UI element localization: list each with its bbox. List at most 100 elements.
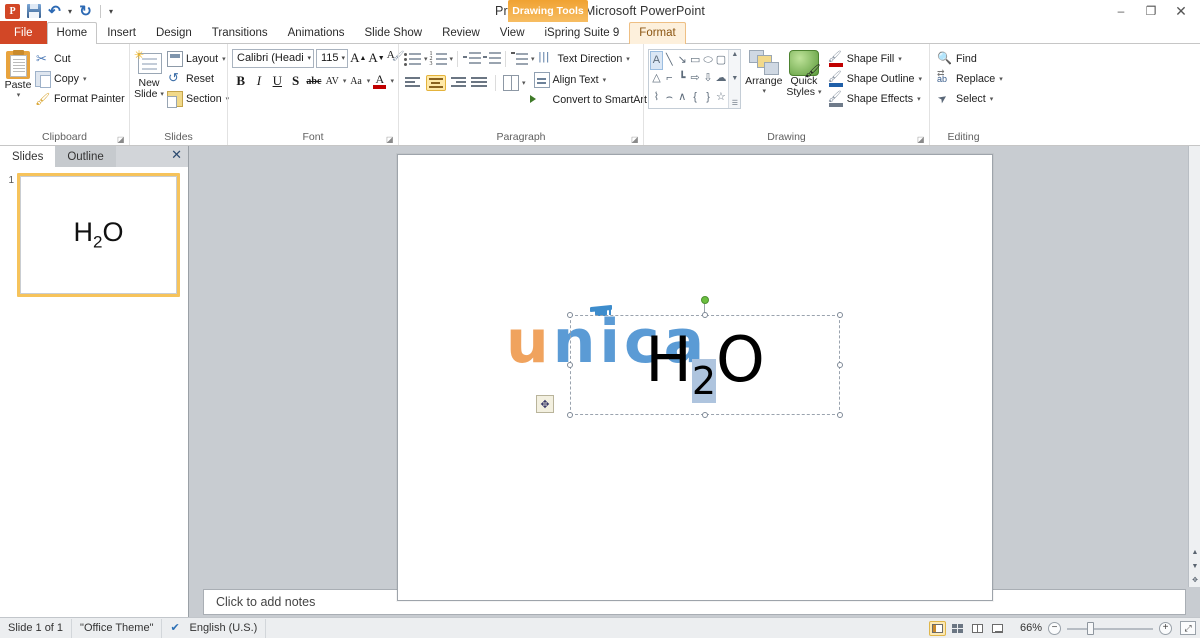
columns-button[interactable] <box>501 73 520 93</box>
chevron-down-icon[interactable]: ▾ <box>17 91 21 99</box>
chevron-down-icon[interactable]: ▾ <box>917 95 921 103</box>
chevron-down-icon[interactable]: ▾ <box>999 75 1003 83</box>
chevron-down-icon[interactable]: ▾ <box>304 54 311 62</box>
chevron-down-icon[interactable]: ▾ <box>391 77 395 85</box>
close-panel-icon[interactable]: ✕ <box>171 148 182 162</box>
shape-arrow[interactable]: ↘ <box>676 51 689 70</box>
minimize-button[interactable]: – <box>1106 1 1136 22</box>
shape-rectangle[interactable]: ▭ <box>689 51 702 70</box>
tab-home[interactable]: Home <box>47 22 98 44</box>
align-text-button[interactable]: Align Text ▾ <box>531 70 658 90</box>
shape-triangle[interactable]: △ <box>650 70 663 89</box>
scroll-up-icon[interactable]: ▲ <box>731 51 738 58</box>
chevron-down-icon[interactable]: ▾ <box>818 87 822 98</box>
strikethrough-button[interactable]: abc <box>305 71 322 91</box>
tab-outline[interactable]: Outline <box>55 146 115 167</box>
chevron-down-icon[interactable]: ▾ <box>898 55 902 63</box>
undo-button[interactable]: ↶ <box>45 2 64 21</box>
zoom-slider[interactable] <box>1067 622 1153 635</box>
shape-outline-button[interactable]: Shape Outline ▾ <box>825 69 925 89</box>
fit-slide-to-window-button[interactable]: ⤢ <box>1180 621 1196 635</box>
increase-indent-button[interactable] <box>482 49 501 69</box>
redo-button[interactable]: ↻ <box>76 2 95 21</box>
chevron-down-icon[interactable]: ▾ <box>367 77 371 85</box>
slide-thumbnail-selected[interactable]: H2O <box>17 173 180 297</box>
shape-star[interactable]: ☆ <box>714 88 727 107</box>
zoom-out-button[interactable]: − <box>1048 622 1061 635</box>
shape-fill-button[interactable]: Shape Fill ▾ <box>825 49 925 69</box>
align-left-button[interactable] <box>403 73 424 93</box>
layout-button[interactable]: Layout ▾ <box>164 49 232 69</box>
shape-rounded-rectangle[interactable]: ▢ <box>714 51 727 70</box>
paste-button[interactable]: Paste ▾ <box>4 47 32 131</box>
customize-qat-button[interactable]: ▾ <box>106 2 116 21</box>
shape-elbow-arrow[interactable]: ┗ <box>676 70 689 89</box>
previous-slide-button[interactable]: ▲ <box>1189 545 1200 559</box>
zoom-in-button[interactable]: + <box>1159 622 1172 635</box>
tab-design[interactable]: Design <box>146 22 202 44</box>
chevron-down-icon[interactable]: ▾ <box>522 79 526 87</box>
convert-to-smartart-button[interactable]: Convert to SmartArt ▾ <box>531 90 658 110</box>
shape-down-arrow[interactable]: ⇩ <box>702 70 715 89</box>
scroll-down-icon[interactable]: ▼ <box>731 75 738 82</box>
shapes-gallery-scrollbar[interactable]: ▲ ▼ ☰ <box>728 50 740 108</box>
chevron-down-icon[interactable]: ▾ <box>626 55 630 63</box>
tab-format[interactable]: Format <box>629 22 685 44</box>
list-item[interactable]: 1 H2O <box>4 173 184 297</box>
chevron-down-icon[interactable]: ▾ <box>424 55 428 63</box>
slide-sorter-button[interactable] <box>949 621 966 636</box>
shape-arc[interactable]: ∧ <box>676 88 689 107</box>
chevron-down-icon[interactable]: ▾ <box>343 77 347 85</box>
save-button[interactable] <box>24 2 43 21</box>
font-color-button[interactable]: A <box>371 71 388 91</box>
restore-button[interactable]: ❐ <box>1136 1 1166 22</box>
shape-oval[interactable]: ⬭ <box>702 51 715 70</box>
tab-slides[interactable]: Slides <box>0 146 55 167</box>
italic-button[interactable]: I <box>250 71 267 91</box>
change-case-button[interactable]: Aa <box>347 71 364 91</box>
more-shapes-icon[interactable]: ☰ <box>732 99 738 107</box>
undo-dropdown[interactable]: ▾ <box>66 2 74 21</box>
theme-status[interactable]: "Office Theme" <box>72 619 162 638</box>
rotation-handle[interactable] <box>701 296 709 304</box>
align-right-button[interactable] <box>447 73 468 93</box>
slide-count-status[interactable]: Slide 1 of 1 <box>0 619 72 638</box>
chevron-down-icon[interactable]: ▾ <box>990 95 994 103</box>
resize-handle-bottom-left[interactable] <box>567 412 573 418</box>
format-painter-button[interactable]: Format Painter <box>32 89 128 109</box>
text-direction-button[interactable]: Text Direction ▾ <box>536 49 633 69</box>
reset-button[interactable]: Reset <box>164 69 232 89</box>
font-size-combo[interactable]: 115 ▾ <box>316 49 348 68</box>
tab-animations[interactable]: Animations <box>278 22 355 44</box>
quick-styles-button[interactable]: Quick Styles ▾ <box>786 47 822 98</box>
close-button[interactable]: ✕ <box>1166 1 1196 22</box>
align-center-button[interactable] <box>425 73 446 93</box>
font-dialog-launcher[interactable]: ◪ <box>386 135 395 144</box>
tab-transitions[interactable]: Transitions <box>202 22 278 44</box>
copy-button[interactable]: Copy ▾ <box>32 69 128 89</box>
text-shadow-button[interactable]: S <box>287 71 304 91</box>
slide-show-button[interactable] <box>989 621 1006 636</box>
next-slide-button[interactable]: ▼ <box>1189 559 1200 573</box>
drawing-dialog-launcher[interactable]: ◪ <box>917 135 926 144</box>
font-name-combo[interactable]: Calibri (Headings) ▾ <box>232 49 314 68</box>
chevron-down-icon[interactable]: ▾ <box>762 87 766 95</box>
resize-handle-bottom-right[interactable] <box>837 412 843 418</box>
decrease-indent-button[interactable] <box>462 49 481 69</box>
shapes-gallery[interactable]: A ╲ ↘ ▭ ⬭ ▢ △ ⌐ ┗ ⇨ ⇩ ☁ ⌇ ⌢ ∧ <box>648 49 741 109</box>
find-button[interactable]: Find <box>934 49 1006 69</box>
chevron-down-icon[interactable]: ▾ <box>531 55 535 63</box>
chevron-down-icon[interactable]: ▾ <box>222 55 226 63</box>
vertical-scrollbar[interactable]: ▲ ▼ ✥ <box>1188 146 1200 587</box>
tab-slide-show[interactable]: Slide Show <box>355 22 433 44</box>
text-box-content[interactable]: H2O <box>570 329 840 412</box>
shape-freeform[interactable]: ⌇ <box>650 88 663 107</box>
select-browse-object-button[interactable]: ✥ <box>1189 573 1200 587</box>
text-2-selected[interactable]: 2 <box>692 359 716 403</box>
reading-view-button[interactable] <box>969 621 986 636</box>
resize-handle-top-left[interactable] <box>567 312 573 318</box>
slide-thumbnail[interactable]: H2O <box>20 176 177 294</box>
tab-file[interactable]: File <box>0 21 47 44</box>
tab-ispring-suite[interactable]: iSpring Suite 9 <box>535 22 630 44</box>
shape-textbox[interactable]: A <box>650 51 663 70</box>
